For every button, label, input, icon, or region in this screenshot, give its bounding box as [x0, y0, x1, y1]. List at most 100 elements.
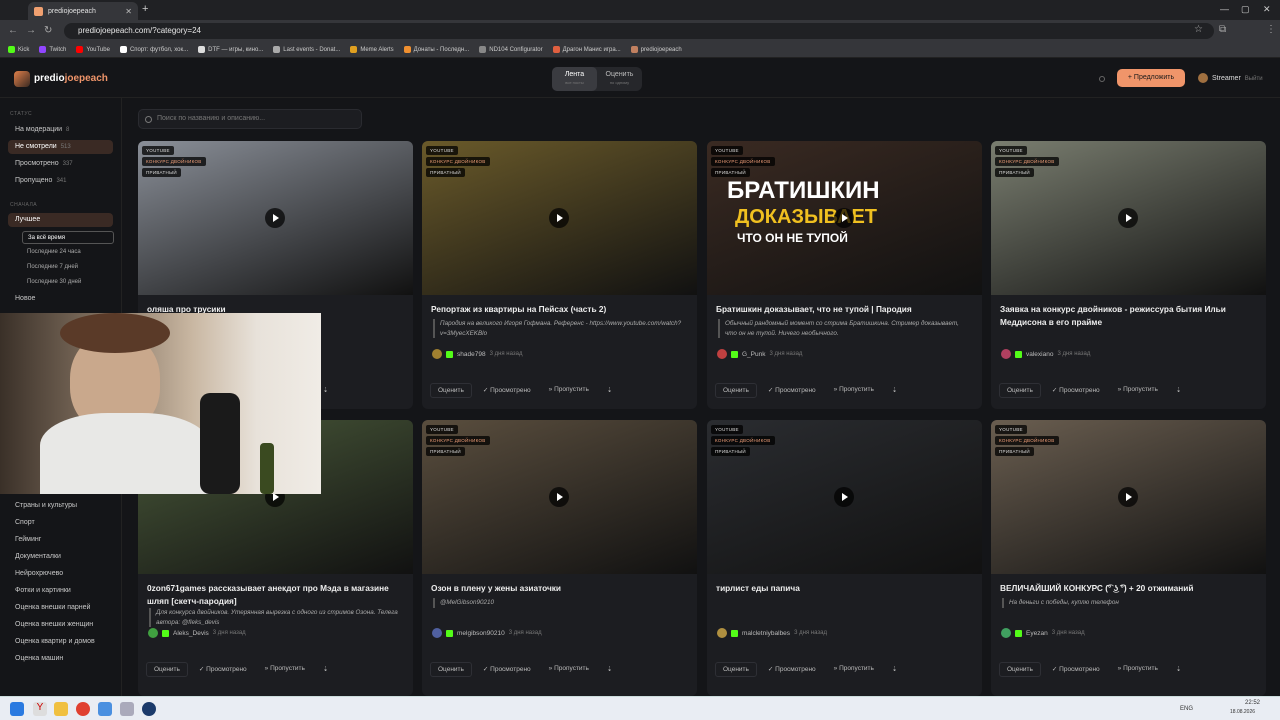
post-card[interactable]: YOUTUBE КОНКУРС ДВОЙНИКОВ ПРИВАТНЫЙ Озон в …	[422, 420, 697, 696]
skip-button[interactable]: » Пропустить	[258, 662, 312, 677]
bookmark-item[interactable]: Meme Alerts	[350, 46, 394, 53]
bookmark-star-icon[interactable]: ☆	[1194, 24, 1203, 35]
tab-feed[interactable]: Лента все посты	[552, 67, 597, 91]
post-card[interactable]: БРАТИШКИН ДОКАЗЫВАЕТ ЧТО ОН НЕ ТУПОЙ YOUTUB…	[707, 141, 982, 409]
close-tab-icon[interactable]: ✕	[125, 7, 132, 16]
sidebar-item-moderation[interactable]: На модерации 8	[8, 123, 113, 137]
forward-icon[interactable]: →	[26, 25, 36, 36]
user-menu[interactable]: Streamer Выйти	[1198, 73, 1263, 83]
sidebar-category[interactable]: Нейрохрючево	[8, 567, 113, 581]
close-window-icon[interactable]: ✕	[1263, 4, 1271, 15]
bookmark-item[interactable]: Twitch	[39, 46, 66, 53]
sidebar-category[interactable]: Страны и культуры	[8, 499, 113, 513]
post-card[interactable]: YOUTUBE КОНКУРС ДВОЙНИКОВ ПРИВАТНЫЙ тирлист…	[707, 420, 982, 696]
minimize-icon[interactable]: —	[1220, 4, 1229, 14]
watched-button[interactable]: ✓ Просмотрено	[761, 383, 823, 398]
watched-button[interactable]: ✓ Просмотрено	[1045, 383, 1107, 398]
post-title[interactable]: Заявка на конкурс двойников - режиссура …	[1000, 303, 1258, 329]
back-icon[interactable]: ←	[8, 25, 18, 36]
theme-toggle-icon[interactable]	[1099, 76, 1105, 82]
period-24h[interactable]: Последние 24 часа	[22, 246, 114, 259]
file-explorer-icon[interactable]	[54, 702, 68, 716]
bookmark-item[interactable]: prediojoepeach	[630, 46, 682, 53]
start-icon[interactable]	[10, 702, 24, 716]
pin-icon[interactable]: ⇣	[316, 662, 335, 677]
author-name[interactable]: valexiano	[1026, 351, 1053, 358]
pin-icon[interactable]: ⇣	[600, 383, 619, 398]
post-title[interactable]: ВЕЛИЧАЙШИЙ КОНКУРС (͡° ͜ʖ ͡°) + 20 отжим…	[1000, 582, 1258, 595]
sidebar-item-best[interactable]: Лучшее	[8, 213, 113, 227]
clock-time[interactable]: 22:52	[1245, 700, 1260, 706]
sidebar-item-unwatched[interactable]: Не смотрели 513	[8, 140, 113, 154]
sidebar-item-new[interactable]: Новое	[8, 292, 113, 306]
search-input[interactable]: Поиск по названию и описанию...	[138, 109, 362, 129]
sidebar-category[interactable]: Оценка машин	[8, 652, 113, 666]
pin-icon[interactable]: ⇣	[600, 662, 619, 677]
watched-button[interactable]: ✓ Просмотрено	[761, 662, 823, 677]
reload-icon[interactable]: ↻	[44, 25, 52, 36]
sidebar-category[interactable]: Оценка внешки женщин	[8, 618, 113, 632]
bookmark-item[interactable]: Донаты - Последн...	[403, 46, 469, 53]
new-tab-icon[interactable]: +	[142, 3, 148, 15]
browser-menu-icon[interactable]: ⋮	[1266, 24, 1276, 35]
browser-tab[interactable]: prediojoepeach ✕	[28, 2, 138, 20]
bookmark-item[interactable]: Last events - Donat...	[273, 46, 340, 53]
bookmark-item[interactable]: DTF — игры, кино...	[198, 46, 263, 53]
extensions-icon[interactable]: ⧉	[1219, 24, 1226, 35]
pin-icon[interactable]: ⇣	[885, 662, 904, 677]
sidebar-category[interactable]: Фотки и картинки	[8, 584, 113, 598]
sidebar-item-skipped[interactable]: Пропущено 341	[8, 174, 113, 188]
maximize-icon[interactable]: ▢	[1241, 4, 1250, 15]
propose-button[interactable]: + Предложить	[1117, 69, 1185, 87]
skip-button[interactable]: » Пропустить	[542, 383, 596, 398]
bookmark-item[interactable]: Kick	[8, 46, 29, 53]
pin-icon[interactable]: ⇣	[1169, 662, 1188, 677]
post-title[interactable]: Братишкин доказывает, что не тупой | Пар…	[716, 303, 974, 316]
play-icon[interactable]	[834, 208, 854, 228]
pin-icon[interactable]: ⇣	[885, 383, 904, 398]
play-icon[interactable]	[549, 487, 569, 507]
app-icon[interactable]	[98, 702, 112, 716]
bookmark-item[interactable]: Драгон Манис игра...	[552, 46, 621, 53]
play-icon[interactable]	[265, 208, 285, 228]
author-name[interactable]: melgibson90210	[457, 630, 505, 637]
rate-button[interactable]: Оценить	[999, 662, 1041, 677]
logout-link[interactable]: Выйти	[1245, 76, 1263, 82]
sidebar-item-watched[interactable]: Просмотрено 337	[8, 157, 113, 171]
rate-button[interactable]: Оценить	[715, 662, 757, 677]
author-name[interactable]: Aleks_Devis	[173, 630, 209, 637]
post-title[interactable]: Репортаж из квартиры на Пейсах (часть 2)	[431, 303, 689, 316]
post-card[interactable]: YOUTUBE КОНКУРС ДВОЙНИКОВ ПРИВАТНЫЙ ВЕЛИЧАЙ…	[991, 420, 1266, 696]
rate-button[interactable]: Оценить	[999, 383, 1041, 398]
site-brand[interactable]: prediojoepeach	[34, 73, 108, 84]
site-logo[interactable]	[14, 71, 30, 87]
sidebar-category[interactable]: Оценка квартир и домов	[8, 635, 113, 649]
author-name[interactable]: shade798	[457, 351, 486, 358]
period-all-time[interactable]: За всё время	[22, 231, 114, 244]
post-title[interactable]: 0zon671games рассказывает анекдот про Мэ…	[147, 582, 405, 608]
period-30d[interactable]: Последние 30 дней	[22, 276, 114, 289]
author-name[interactable]: G_Punk	[742, 351, 766, 358]
steam-icon[interactable]	[142, 702, 156, 716]
play-icon[interactable]	[549, 208, 569, 228]
yandex-browser-icon[interactable]: Y	[33, 702, 47, 716]
rate-button[interactable]: Оценить	[430, 383, 472, 398]
app-icon[interactable]	[120, 702, 134, 716]
bookmark-item[interactable]: YouTube	[76, 46, 110, 53]
pin-icon[interactable]: ⇣	[1169, 383, 1188, 398]
post-title[interactable]: Озон в плену у жены азиаточки	[431, 582, 689, 595]
skip-button[interactable]: » Пропустить	[1111, 383, 1165, 398]
watched-button[interactable]: ✓ Просмотрено	[476, 662, 538, 677]
rate-button[interactable]: Оценить	[715, 383, 757, 398]
rate-button[interactable]: Оценить	[430, 662, 472, 677]
skip-button[interactable]: » Пропустить	[1111, 662, 1165, 677]
skip-button[interactable]: » Пропустить	[827, 383, 881, 398]
author-name[interactable]: Eyezan	[1026, 630, 1048, 637]
post-title[interactable]: тирлист еды папича	[716, 582, 974, 595]
period-7d[interactable]: Последние 7 дней	[22, 261, 114, 274]
sidebar-category[interactable]: Оценка внешки парней	[8, 601, 113, 615]
url-input[interactable]: prediojoepeach.com/?category=24	[64, 23, 1214, 39]
watched-button[interactable]: ✓ Просмотрено	[192, 662, 254, 677]
play-icon[interactable]	[1118, 208, 1138, 228]
bookmark-item[interactable]: ND104 Configurator	[479, 46, 543, 53]
